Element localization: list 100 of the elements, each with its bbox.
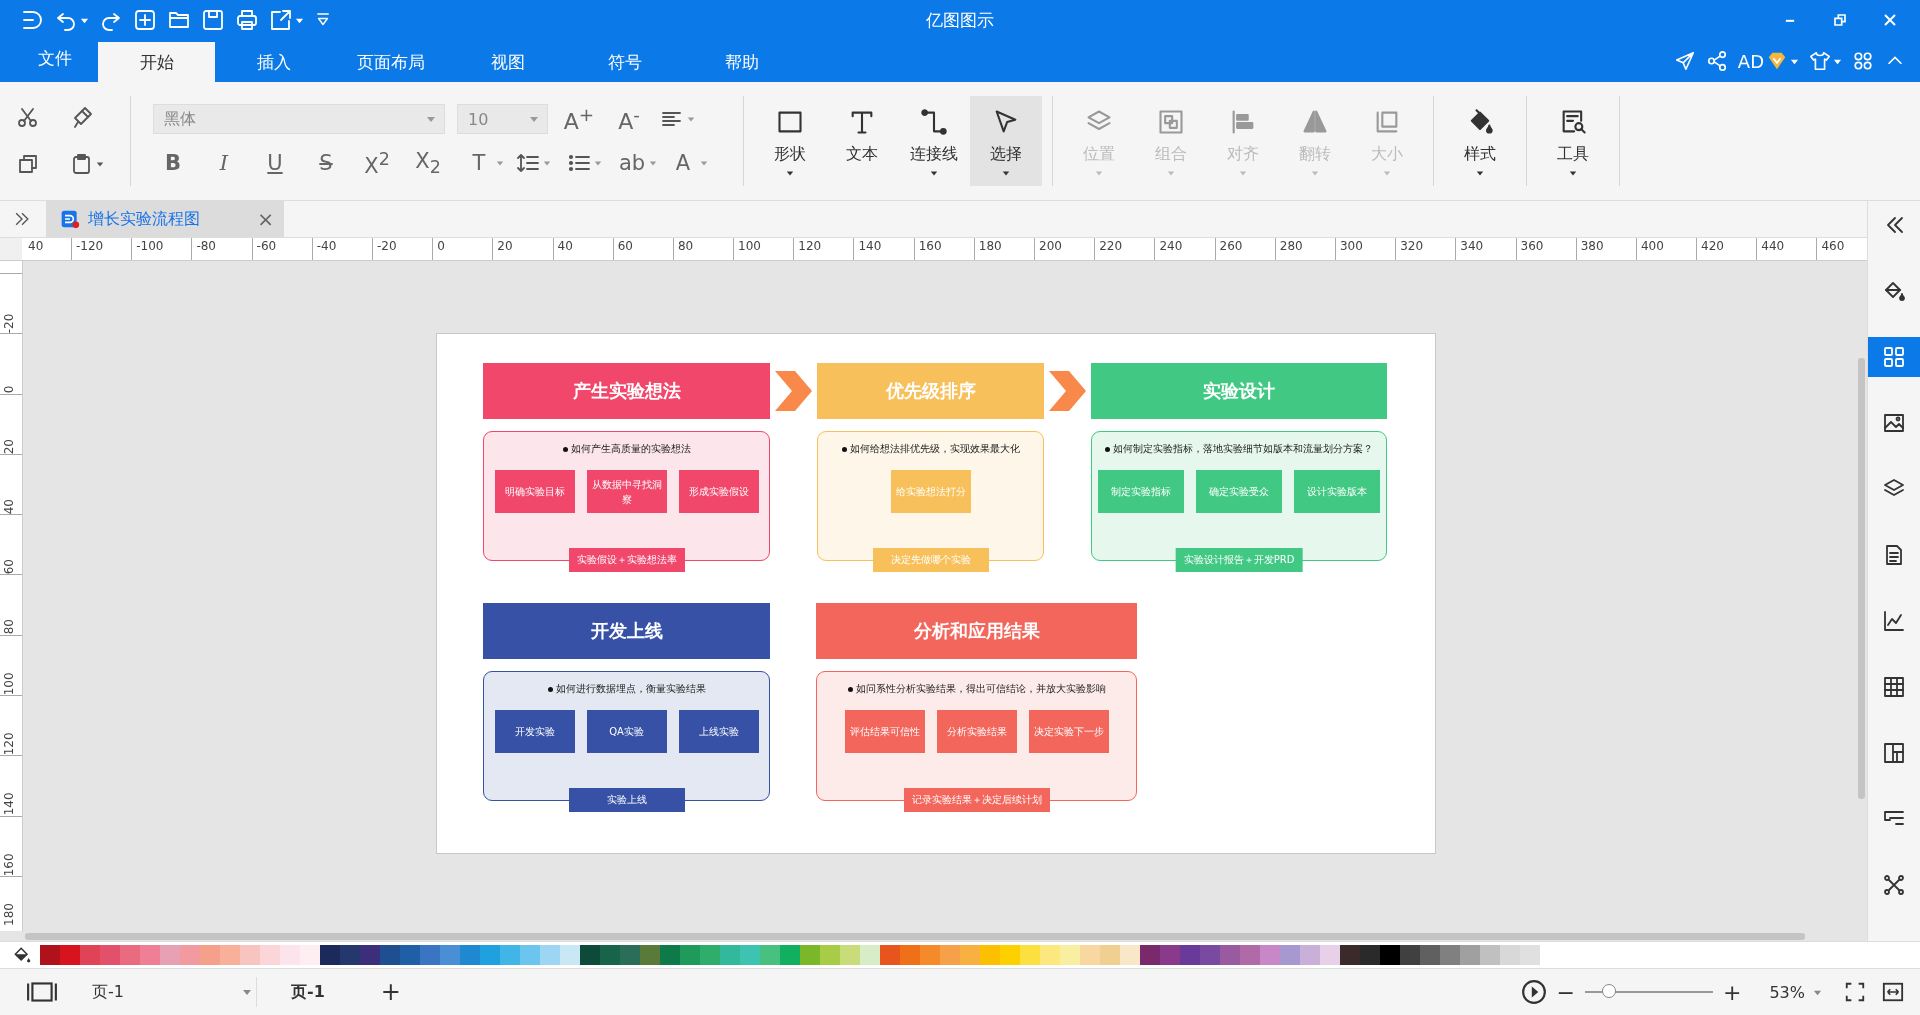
color-swatch[interactable] [320, 945, 340, 965]
color-swatch[interactable] [980, 945, 1000, 965]
format-button[interactable]: U [261, 151, 289, 176]
fullscreen-icon[interactable] [1844, 981, 1866, 1003]
color-swatch[interactable] [160, 945, 180, 965]
send-icon[interactable] [1673, 50, 1696, 72]
color-swatch[interactable] [1400, 945, 1420, 965]
zoom-in-button[interactable]: + [1723, 979, 1742, 1005]
color-swatch[interactable] [560, 945, 580, 965]
color-swatch[interactable] [540, 945, 560, 965]
color-swatch[interactable] [340, 945, 360, 965]
color-swatch[interactable] [1180, 945, 1200, 965]
menu-tab[interactable]: 开始 [98, 42, 215, 82]
color-swatch[interactable] [520, 945, 540, 965]
color-swatch[interactable] [740, 945, 760, 965]
color-swatch[interactable] [800, 945, 820, 965]
color-swatch[interactable] [80, 945, 100, 965]
color-swatch[interactable] [1200, 945, 1220, 965]
color-swatch[interactable] [780, 945, 800, 965]
color-swatch[interactable] [1240, 945, 1260, 965]
color-swatch[interactable] [480, 945, 500, 965]
color-swatch[interactable] [1020, 945, 1040, 965]
color-swatch[interactable] [860, 945, 880, 965]
color-swatch[interactable] [1000, 945, 1020, 965]
color-swatch[interactable] [1480, 945, 1500, 965]
color-swatch[interactable] [900, 945, 920, 965]
color-swatch[interactable] [500, 945, 520, 965]
color-swatch[interactable] [1460, 945, 1480, 965]
color-swatch[interactable] [140, 945, 160, 965]
color-swatch[interactable] [640, 945, 660, 965]
page-tab[interactable]: 页-1 [291, 981, 325, 1003]
format-button[interactable]: I [210, 151, 238, 176]
menu-tab[interactable]: 符号 [566, 42, 683, 82]
color-swatch[interactable] [700, 945, 720, 965]
color-swatch[interactable] [1060, 945, 1080, 965]
color-swatch[interactable] [840, 945, 860, 965]
font-family-select[interactable]: 黑体 [153, 104, 445, 135]
color-swatch[interactable] [1220, 945, 1240, 965]
tool-button[interactable]: 工具 [1537, 96, 1609, 186]
tool-button[interactable]: 选择 [970, 96, 1042, 186]
save-icon[interactable] [201, 8, 225, 32]
menu-tab[interactable]: 视图 [449, 42, 566, 82]
color-swatch[interactable] [300, 945, 320, 965]
color-swatch[interactable] [1300, 945, 1320, 965]
color-swatch[interactable] [1420, 945, 1440, 965]
color-swatch[interactable] [620, 945, 640, 965]
format-button[interactable]: X$^{2}$ [363, 148, 391, 178]
share-icon[interactable] [1705, 50, 1728, 72]
format-button[interactable]: S [312, 151, 340, 176]
page-view-icon[interactable] [26, 981, 58, 1003]
format-button[interactable]: ab [618, 151, 646, 176]
color-swatch[interactable] [180, 945, 200, 965]
color-swatch[interactable] [1260, 945, 1280, 965]
color-swatch[interactable] [360, 945, 380, 965]
copy-icon[interactable] [16, 152, 40, 176]
caret-icon[interactable] [96, 160, 104, 168]
font-size-button[interactable]: A$^{-}$ [610, 104, 648, 135]
export-icon[interactable] [269, 8, 293, 32]
color-swatch[interactable] [1160, 945, 1180, 965]
color-swatch[interactable] [40, 945, 60, 965]
color-swatch[interactable] [960, 945, 980, 965]
menu-tab[interactable]: 页面布局 [332, 42, 449, 82]
color-swatch[interactable] [820, 945, 840, 965]
color-swatch[interactable] [120, 945, 140, 965]
scrollbar[interactable] [25, 932, 1805, 940]
format-button[interactable]: A [669, 151, 697, 176]
tool-button[interactable]: 文本 [826, 96, 898, 186]
color-swatch[interactable] [1500, 945, 1520, 965]
color-swatch[interactable] [940, 945, 960, 965]
menu-tab[interactable]: 文件 [12, 42, 98, 82]
fill-icon[interactable] [12, 945, 32, 965]
color-swatch[interactable] [200, 945, 220, 965]
slider-thumb[interactable] [1602, 984, 1617, 998]
color-swatch[interactable] [1280, 945, 1300, 965]
scrollbar[interactable] [1858, 358, 1865, 799]
format-button[interactable]: X$_{2}$ [414, 149, 442, 178]
color-swatch[interactable] [1440, 945, 1460, 965]
tool-button[interactable]: 形状 [754, 96, 826, 186]
document-tab[interactable]: 增长实验流程图 × [46, 201, 284, 237]
color-swatch[interactable] [1120, 945, 1140, 965]
new-icon[interactable] [133, 8, 157, 32]
app-logo-icon[interactable] [20, 8, 44, 32]
color-swatch[interactable] [400, 945, 420, 965]
color-swatch[interactable] [380, 945, 400, 965]
color-swatch[interactable] [60, 945, 80, 965]
color-swatch[interactable] [220, 945, 240, 965]
fit-width-icon[interactable] [1882, 981, 1904, 1003]
color-swatch[interactable] [1340, 945, 1360, 965]
color-swatch[interactable] [660, 945, 680, 965]
tool-button[interactable]: 连接线 [898, 96, 970, 186]
color-swatch[interactable] [880, 945, 900, 965]
play-icon[interactable] [1520, 979, 1547, 1005]
print-icon[interactable] [235, 8, 259, 32]
scissors-icon[interactable] [16, 106, 40, 130]
color-swatch[interactable] [680, 945, 700, 965]
color-swatch[interactable] [1320, 945, 1340, 965]
color-swatch[interactable] [1380, 945, 1400, 965]
page-select[interactable]: 页-1 [92, 981, 252, 1003]
add-page-button[interactable]: + [380, 978, 401, 1006]
color-swatch[interactable] [1140, 945, 1160, 965]
